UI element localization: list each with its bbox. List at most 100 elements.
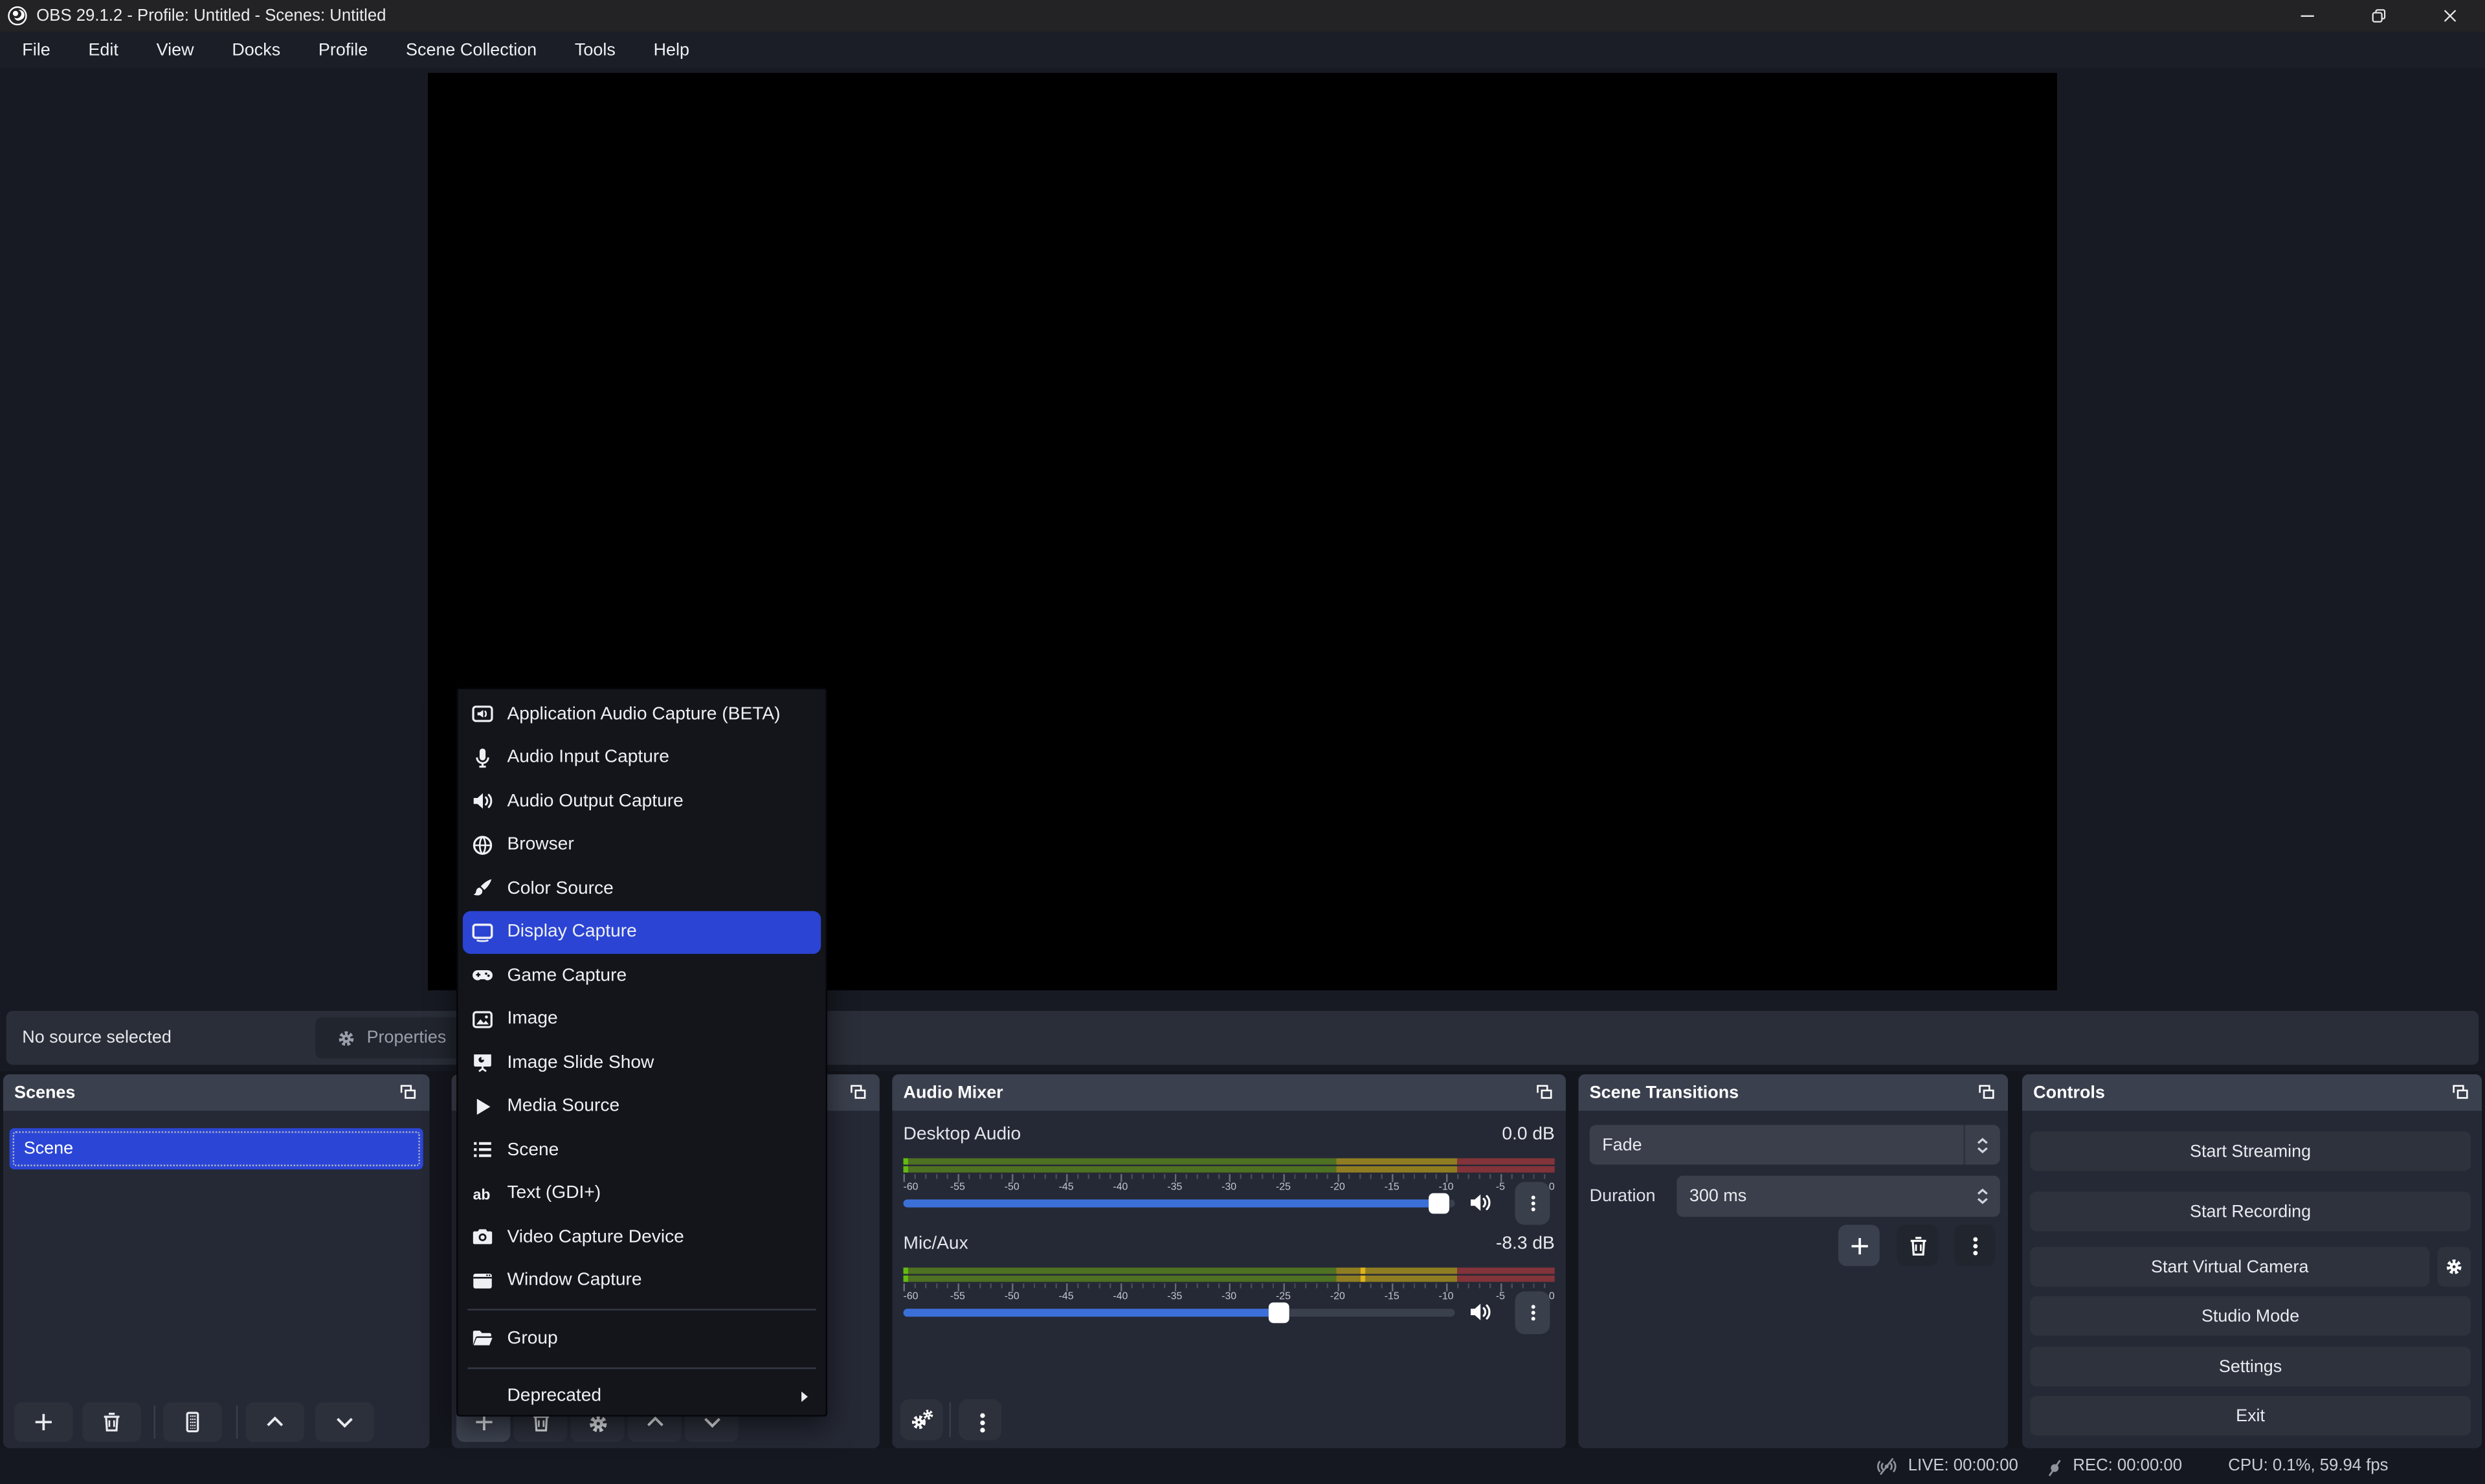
- virtual-camera-settings-button[interactable]: [2437, 1247, 2470, 1287]
- remove-scene-button[interactable]: [82, 1402, 141, 1442]
- menu-item-media-source[interactable]: Media Source: [458, 1085, 826, 1128]
- move-scene-down-button[interactable]: [315, 1402, 374, 1442]
- controls-panel-title: Controls: [2033, 1083, 2105, 1102]
- start-streaming-button[interactable]: Start Streaming: [2030, 1131, 2471, 1171]
- spinner-chevrons-icon: [1972, 1134, 1994, 1156]
- image-icon: [471, 1008, 495, 1032]
- slideshow-icon: [471, 1051, 495, 1075]
- db-tick-label: -45: [1059, 1291, 1074, 1302]
- menu-item-label: Color Source: [507, 879, 613, 898]
- menu-item-group[interactable]: Group: [458, 1317, 826, 1360]
- gear-sliders-icon: [909, 1407, 934, 1432]
- mute-toggle-speaker-icon[interactable]: [1467, 1300, 1493, 1325]
- menu-item-text-gdi[interactable]: Text (GDI+): [458, 1172, 826, 1215]
- popout-icon[interactable]: [1976, 1082, 1997, 1103]
- menu-tools[interactable]: Tools: [556, 34, 635, 66]
- mixer-options-button[interactable]: [959, 1399, 1001, 1441]
- volume-slider[interactable]: [904, 1199, 1455, 1207]
- close-button[interactable]: [2414, 0, 2485, 32]
- audio-mixer-header: Audio Mixer: [892, 1074, 1566, 1111]
- window-controls: [2271, 0, 2485, 32]
- menu-item-game-capture[interactable]: Game Capture: [458, 954, 826, 997]
- kebab-icon: [970, 1410, 990, 1430]
- menu-help[interactable]: Help: [634, 34, 708, 66]
- db-tick-label: -25: [1276, 1182, 1291, 1193]
- start-virtual-camera-button[interactable]: Start Virtual Camera: [2030, 1247, 2429, 1287]
- slider-handle[interactable]: [1268, 1303, 1289, 1323]
- meter-bar: [904, 1276, 1555, 1282]
- menu-profile[interactable]: Profile: [300, 34, 387, 66]
- rec-time: REC: 00:00:00: [2073, 1457, 2182, 1476]
- db-tick-label: -10: [1439, 1182, 1454, 1193]
- scene-transitions-panel: Scene Transitions Fade Duration 300 ms: [1579, 1074, 2008, 1448]
- db-tick-label: -50: [1005, 1291, 1020, 1302]
- popout-icon[interactable]: [2450, 1082, 2471, 1103]
- menu-item-scene[interactable]: Scene: [458, 1128, 826, 1171]
- menu-item-color-source[interactable]: Color Source: [458, 867, 826, 910]
- transition-options-button[interactable]: [1954, 1225, 1996, 1267]
- db-tick-label: -50: [1005, 1182, 1020, 1193]
- menu-item-label: Image: [507, 1010, 557, 1028]
- studio-mode-button[interactable]: Studio Mode: [2030, 1296, 2471, 1336]
- start-recording-button[interactable]: Start Recording: [2030, 1191, 2471, 1231]
- popout-icon[interactable]: [398, 1082, 419, 1103]
- duration-spinbox[interactable]: 300 ms: [1677, 1176, 2000, 1217]
- rec-dot-icon: [2043, 1456, 2064, 1476]
- scene-list-item[interactable]: Scene: [10, 1128, 423, 1169]
- menu-item-application-audio-capture[interactable]: Application Audio Capture (BETA): [458, 692, 826, 736]
- channel-options-button[interactable]: [1515, 1182, 1550, 1224]
- popout-icon[interactable]: [1534, 1082, 1555, 1103]
- add-scene-button[interactable]: [14, 1402, 73, 1442]
- menu-item-audio-input-capture[interactable]: Audio Input Capture: [458, 736, 826, 779]
- volume-slider[interactable]: [904, 1309, 1455, 1316]
- meter-level-tick: [904, 1268, 908, 1274]
- remove-transition-button[interactable]: [1897, 1225, 1939, 1267]
- menu-item-image[interactable]: Image: [458, 997, 826, 1041]
- add-transition-button[interactable]: [1838, 1225, 1880, 1267]
- menu-item-label: Display Capture: [507, 923, 636, 942]
- move-scene-up-button[interactable]: [245, 1402, 304, 1442]
- slider-handle[interactable]: [1428, 1193, 1449, 1214]
- channel-options-button[interactable]: [1515, 1291, 1550, 1334]
- paintbrush-icon: [471, 877, 495, 901]
- exit-button[interactable]: Exit: [2030, 1396, 2471, 1435]
- popout-icon[interactable]: [848, 1082, 869, 1103]
- menu-view[interactable]: View: [137, 34, 213, 66]
- restore-button[interactable]: [2343, 0, 2414, 32]
- mute-toggle-speaker-icon[interactable]: [1467, 1190, 1493, 1215]
- db-tick-label: -30: [1221, 1291, 1236, 1302]
- menu-item-window-capture[interactable]: Window Capture: [458, 1259, 826, 1302]
- menu-edit[interactable]: Edit: [69, 34, 137, 66]
- db-tick-label: -20: [1330, 1291, 1345, 1302]
- menu-docks[interactable]: Docks: [213, 34, 300, 66]
- menu-item-deprecated[interactable]: Deprecated: [458, 1375, 826, 1418]
- menu-file[interactable]: File: [3, 34, 69, 66]
- globe-icon: [471, 833, 495, 857]
- menu-item-label: Text (GDI+): [507, 1184, 601, 1202]
- cpu-status: CPU: 0.1%, 59.94 fps: [2228, 1448, 2388, 1484]
- menu-item-label: Audio Input Capture: [507, 748, 669, 767]
- monitor-icon: [471, 920, 495, 944]
- menu-item-label: Game Capture: [507, 966, 627, 985]
- minimize-button[interactable]: [2271, 0, 2342, 32]
- db-tick-label: -60: [904, 1291, 919, 1302]
- menu-item-audio-output-capture[interactable]: Audio Output Capture: [458, 780, 826, 823]
- controls-panel-header: Controls: [2022, 1074, 2482, 1111]
- db-tick-label: -10: [1439, 1291, 1454, 1302]
- menu-item-browser[interactable]: Browser: [458, 823, 826, 867]
- scene-list-icon: [471, 1138, 495, 1162]
- properties-button[interactable]: Properties: [315, 1017, 467, 1059]
- transition-select[interactable]: Fade: [1590, 1125, 2000, 1164]
- menu-item-video-capture-device[interactable]: Video Capture Device: [458, 1215, 826, 1259]
- rec-status: REC: 00:00:00: [2043, 1448, 2182, 1484]
- meter-bar: [904, 1166, 1555, 1173]
- db-ruler: [904, 1283, 1555, 1291]
- menu-item-display-capture[interactable]: Display Capture: [463, 911, 821, 954]
- settings-button[interactable]: Settings: [2030, 1347, 2471, 1386]
- scene-filters-button[interactable]: [163, 1402, 222, 1442]
- db-tick-label: -35: [1167, 1182, 1182, 1193]
- menu-item-image-slide-show[interactable]: Image Slide Show: [458, 1041, 826, 1085]
- advanced-audio-properties-button[interactable]: [900, 1399, 943, 1441]
- mixer-channel-mic-aux: Mic/Aux -8.3 dB -60 -55 -50 -45: [904, 1234, 1555, 1345]
- menu-scene-collection[interactable]: Scene Collection: [387, 34, 556, 66]
